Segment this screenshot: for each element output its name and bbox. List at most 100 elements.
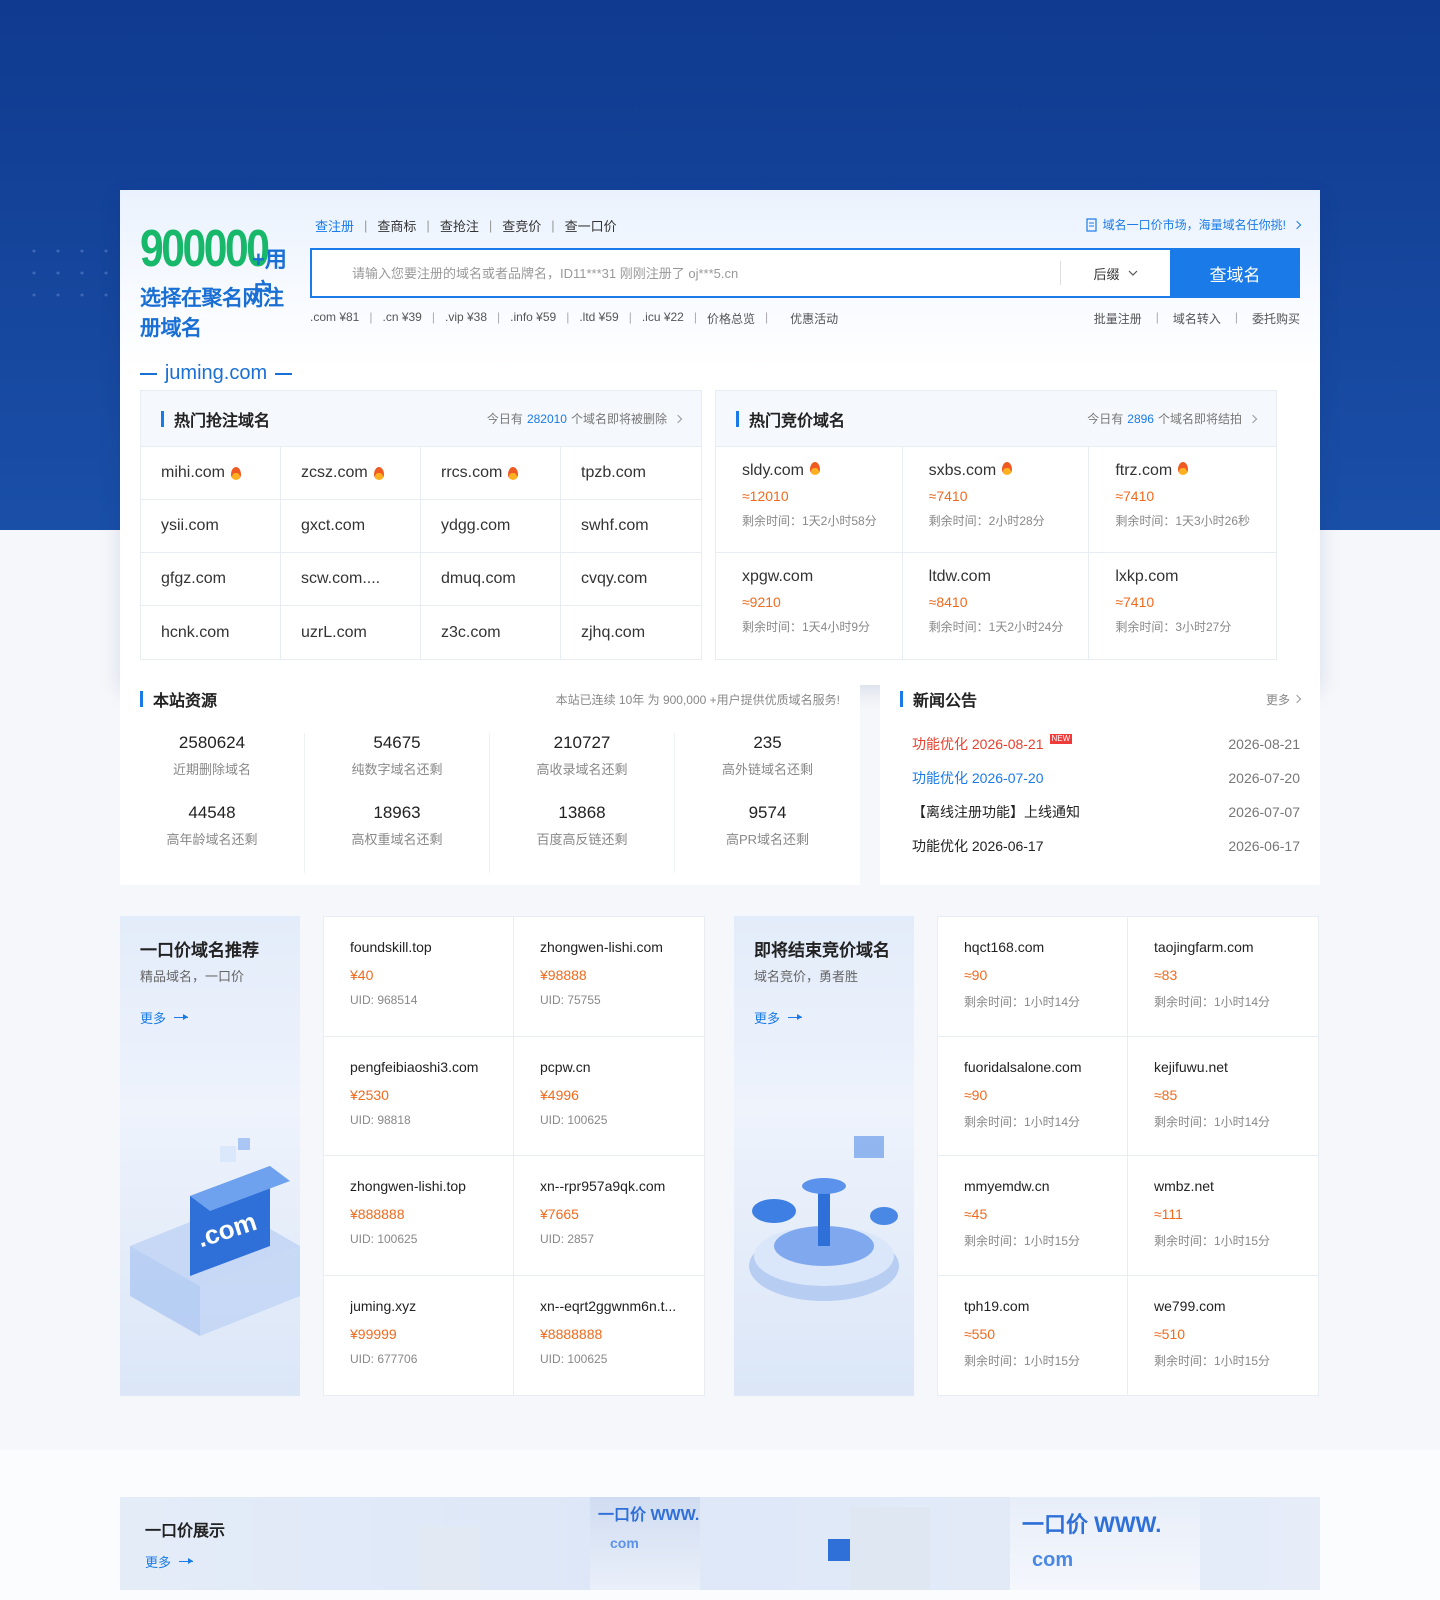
tab-fixed-price[interactable]: 查一口价 [565, 216, 617, 235]
price-icu[interactable]: .icu ¥22 [642, 310, 684, 327]
hot-auction-item[interactable]: sldy.com ≈12010 剩余时间：1天2小时58分 [716, 447, 903, 553]
fixed-price-domain[interactable]: foundskill.top ¥40 UID: 968514 [324, 917, 514, 1037]
ending-auction-domain[interactable]: taojingfarm.com ≈83 剩余时间：1小时14分 [1128, 917, 1318, 1037]
tab-auction[interactable]: 查竞价 [502, 216, 541, 235]
showcase-more-link[interactable]: 更多 [145, 1552, 194, 1571]
hot-backorder-domain[interactable]: ysii.com [141, 500, 281, 553]
fixed-price-domain[interactable]: juming.xyz ¥99999 UID: 677706 [324, 1275, 514, 1395]
tab-backorder[interactable]: 查抢注 [440, 216, 479, 235]
resource-stat[interactable]: 9574 高PR域名还剩 [675, 803, 860, 873]
ending-auction-subtitle: 域名竞价，勇者胜 [754, 969, 859, 984]
domain-name: ftrz.com [1115, 462, 1276, 480]
logo[interactable]: 900000 +用户 选择在聚名网注册域名 juming.com [140, 220, 292, 384]
resource-stat[interactable]: 13868 百度高反链还剩 [490, 803, 675, 873]
hot-auction-note[interactable]: 今日有 2896 个域名即将结拍 [1087, 410, 1258, 427]
suffix-dropdown[interactable]: 后缀 [1060, 261, 1170, 285]
news-more-link[interactable]: 更多 [1266, 691, 1302, 708]
hot-backorder-domain[interactable]: hcnk.com [141, 606, 281, 659]
hot-backorder-domain[interactable]: gfgz.com [141, 553, 281, 606]
hot-backorder-domain[interactable]: z3c.com [421, 606, 561, 659]
hot-backorder-domain[interactable]: mihi.com [141, 447, 281, 500]
fixed-price-domain[interactable]: xn--rpr957a9qk.com ¥7665 UID: 2857 [514, 1156, 704, 1276]
hot-backorder-domain[interactable]: dmuq.com [421, 553, 561, 606]
resource-stat[interactable]: 2580624 近期删除域名 [120, 733, 305, 803]
news-date: 2026-06-17 [1228, 838, 1300, 854]
domain-name: gfgz.com [161, 570, 226, 587]
seller-uid: UID: 100625 [540, 1112, 608, 1127]
fixed-price-domain[interactable]: pcpw.cn ¥4996 UID: 100625 [514, 1037, 704, 1156]
domain-name: zjhq.com [581, 623, 646, 641]
ending-auction-domain[interactable]: tph19.com ≈550 剩余时间：1小时15分 [938, 1275, 1128, 1395]
hot-auction-item[interactable]: ftrz.com ≈7410 剩余时间：1天3小时26秒 [1089, 447, 1276, 553]
price-overview-link[interactable]: 价格总览 [707, 310, 755, 327]
promo-link[interactable]: 域名一口价市场，海量域名任你挑! [1085, 216, 1302, 233]
resource-stat[interactable]: 18963 高权重域名还剩 [305, 803, 490, 873]
ending-auction-domain[interactable]: we799.com ≈510 剩余时间：1小时15分 [1128, 1276, 1318, 1396]
hot-auction-item[interactable]: sxbs.com ≈7410 剩余时间：2小时28分 [902, 447, 1090, 553]
price-com[interactable]: .com ¥81 [310, 310, 359, 327]
resource-stat[interactable]: 54675 纯数字域名还剩 [305, 733, 490, 803]
quick-links: 批量注册 | 域名转入 | 委托购买 [1093, 310, 1300, 327]
news-item[interactable]: 功能优化 2026-06-17 2026-06-17 [912, 829, 1300, 863]
hot-auction-item[interactable]: lxkp.com ≈7410 剩余时间：3小时27分 [1089, 553, 1276, 659]
tab-trademark[interactable]: 查商标 [377, 216, 416, 235]
hot-backorder-domain[interactable]: zjhq.com [561, 606, 701, 659]
domain-search-input[interactable] [312, 250, 1060, 296]
fire-icon [1002, 462, 1013, 475]
ending-auction-more-link[interactable]: 更多 [754, 1008, 803, 1027]
stat-label: 高PR域名还剩 [725, 832, 810, 847]
time-remaining: 剩余时间：1天2小时58分 [742, 514, 877, 528]
promo-text: 域名一口价市场，海量域名任你挑! [1102, 218, 1286, 232]
hot-backorder-domain[interactable]: swhf.com [561, 500, 701, 553]
fixed-price-domain[interactable]: zhongwen-lishi.top ¥888888 UID: 100625 [324, 1156, 514, 1276]
fixed-price-domain[interactable]: xn--eqrt2ggwnm6n.t... ¥8888888 UID: 100625 [514, 1276, 704, 1396]
ending-auction-domain[interactable]: wmbz.net ≈111 剩余时间：1小时15分 [1128, 1156, 1318, 1276]
ending-auction-domain[interactable]: mmyemdw.cn ≈45 剩余时间：1小时15分 [938, 1156, 1128, 1276]
hot-backorder-domain[interactable]: rrcs.com [421, 447, 561, 500]
tab-register[interactable]: 查注册 [315, 216, 354, 235]
hot-backorder-domain[interactable]: ydgg.com [421, 500, 561, 553]
domain-price: ¥4996 [540, 1086, 579, 1103]
resource-stat[interactable]: 44548 高年龄域名还剩 [120, 803, 305, 873]
news-item[interactable]: 功能优化 2026-07-20 2026-07-20 [912, 761, 1300, 795]
resource-stat[interactable]: 235 高外链域名还剩 [675, 733, 860, 803]
domain-name: hqct168.com [964, 939, 1045, 955]
domain-transfer-link[interactable]: 域名转入 [1173, 310, 1221, 327]
price-cn[interactable]: .cn ¥39 [382, 310, 421, 327]
ending-auction-domain[interactable]: fuoridalsalone.com ≈90 剩余时间：1小时14分 [938, 1036, 1128, 1156]
ending-auction-domain[interactable]: kejifuwu.net ≈85 剩余时间：1小时14分 [1128, 1037, 1318, 1156]
stat-label: 近期删除域名 [172, 762, 251, 777]
hot-backorder-note[interactable]: 今日有 282010 个域名即将被删除 [487, 410, 683, 427]
search-domain-button[interactable]: 查域名 [1170, 248, 1300, 298]
banner1-text: 一口价 WWW. [598, 1507, 700, 1524]
news-item[interactable]: 功能优化 2026-08-21 NEW 2026-08-21 [912, 727, 1300, 761]
hot-backorder-domain[interactable]: zcsz.com [281, 447, 421, 500]
fixed-price-promo: 一口价域名推荐 精品域名，一口价 更多 .com [120, 916, 300, 1396]
hot-auction-item[interactable]: xpgw.com ≈9210 剩余时间：1天4小时9分 [716, 553, 903, 659]
hot-backorder-domain[interactable]: gxct.com [281, 500, 421, 553]
showcase-banner-1[interactable]: 一口价 WWW. com [590, 1497, 700, 1590]
hot-auction-item[interactable]: ltdw.com ≈8410 剩余时间：1天2小时24分 [903, 553, 1090, 659]
hot-backorder-domain[interactable]: tpzb.com [561, 447, 701, 500]
bulk-register-link[interactable]: 批量注册 [1094, 310, 1142, 327]
news-item[interactable]: 【离线注册功能】上线通知 2026-07-07 [912, 795, 1300, 829]
resource-stat[interactable]: 210727 高收录域名还剩 [490, 733, 675, 803]
brokered-purchase-link[interactable]: 委托购买 [1252, 310, 1300, 327]
domain-name: sxbs.com [929, 462, 1089, 480]
suffix-label: 后缀 [1093, 266, 1120, 282]
stat-label: 百度高反链还剩 [536, 832, 628, 847]
fixed-price-more-link[interactable]: 更多 [140, 1008, 189, 1027]
hot-backorder-domain[interactable]: cvqy.com [561, 553, 701, 606]
price-ltd[interactable]: .ltd ¥59 [579, 310, 618, 327]
price-info[interactable]: .info ¥59 [510, 310, 556, 327]
showcase-banner-2[interactable]: 一口价 WWW. com [1010, 1497, 1200, 1590]
price-vip[interactable]: .vip ¥38 [445, 310, 487, 327]
hot-backorder-domain[interactable]: uzrL.com [281, 606, 421, 659]
ending-auction-domain[interactable]: hqct168.com ≈90 剩余时间：1小时14分 [938, 917, 1128, 1037]
news-title-text: 功能优化 2026-08-21 [912, 736, 1044, 752]
fixed-price-domain[interactable]: pengfeibiaoshi3.com ¥2530 UID: 98818 [324, 1036, 514, 1156]
promotions-link[interactable]: 优惠活动 [790, 310, 838, 327]
hot-backorder-domain[interactable]: scw.com.... [281, 553, 421, 606]
fixed-price-domain[interactable]: zhongwen-lishi.com ¥98888 UID: 75755 [514, 917, 704, 1037]
time-remaining: 剩余时间：1小时14分 [1154, 1114, 1271, 1129]
